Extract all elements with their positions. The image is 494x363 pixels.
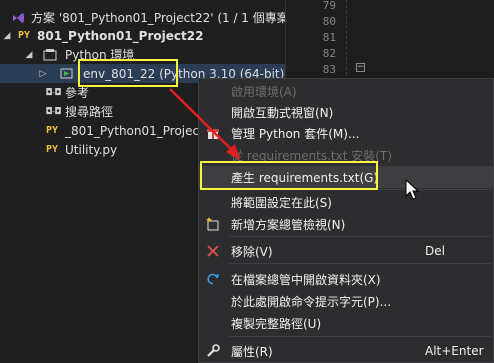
menu-item-properties[interactable]: 屬性(R) Alt+Enter bbox=[199, 340, 493, 362]
menu-item-open-command-prompt[interactable]: 於此處開啟命令提示字元(P)... bbox=[199, 290, 493, 312]
menu-item-label: 管理 Python 套件(M)... bbox=[231, 126, 360, 141]
search-paths-icon: ◘-◘ bbox=[46, 106, 60, 117]
menu-item-manage-python-packages[interactable]: 管理 Python 套件(M)... bbox=[199, 122, 493, 144]
menu-item-label: 在檔案總管中開啟資料夾(X) bbox=[231, 272, 381, 287]
references-icon: ◘-◘ bbox=[46, 87, 60, 98]
menu-item-shortcut: Del bbox=[425, 244, 445, 258]
context-menu: 啟用環境(A) 開啟互動式視窗(N) 管理 Python 套件(M)... 從 … bbox=[198, 78, 494, 363]
indent-guide bbox=[346, 0, 347, 75]
menu-item-shortcut: Alt+Enter bbox=[425, 344, 484, 358]
menu-item-copy-full-path[interactable]: 複製完整路徑(U) bbox=[199, 312, 493, 334]
expanded-arrow-icon[interactable]: ◢ bbox=[24, 50, 34, 60]
menu-item-new-explorer-view[interactable]: 新增方案總管檢視(N) bbox=[199, 213, 493, 235]
menu-item-label: 移除(V) bbox=[231, 244, 273, 259]
menu-separator bbox=[229, 236, 491, 237]
search-paths-label: 搜尋路徑 bbox=[65, 105, 114, 119]
python-file-icon: PY bbox=[45, 144, 59, 155]
menu-item-scope-to-this[interactable]: 將範圍設定在此(S) bbox=[199, 191, 493, 213]
menu-item-activate-environment[interactable]: 啟用環境(A) bbox=[199, 80, 493, 102]
menu-item-label: 屬性(R) bbox=[231, 344, 273, 359]
solution-label: 方案 '801_Python01_Project22' (1 / 1 個專案) bbox=[31, 11, 294, 25]
menu-separator bbox=[229, 336, 491, 337]
remove-icon bbox=[205, 243, 221, 259]
python-file-icon: PY bbox=[45, 125, 59, 136]
menu-item-open-interactive-window[interactable]: 開啟互動式視窗(N) bbox=[199, 101, 493, 123]
menu-item-label: 將範圍設定在此(S) bbox=[231, 195, 332, 210]
python-environments-icon bbox=[42, 47, 58, 63]
line-number: 82 bbox=[322, 47, 336, 60]
package-icon bbox=[205, 125, 221, 141]
line-number: 83 bbox=[322, 63, 336, 76]
tree-item-solution[interactable]: 方案 '801_Python01_Project22' (1 / 1 個專案) bbox=[0, 8, 293, 27]
utility-file-label: Utility.py bbox=[65, 142, 118, 157]
menu-item-label: 啟用環境(A) bbox=[231, 84, 297, 99]
tree-item-project[interactable]: ◢ PY 801_Python01_Project22 bbox=[0, 26, 285, 45]
refresh-icon bbox=[205, 271, 221, 287]
line-number: 79 bbox=[322, 0, 336, 12]
new-view-icon bbox=[205, 216, 221, 232]
highlight-box-env bbox=[78, 59, 178, 87]
menu-separator bbox=[229, 263, 491, 264]
highlight-box-generate-requirements bbox=[200, 161, 378, 190]
python-project-icon: PY bbox=[17, 30, 31, 41]
menu-item-open-folder-in-explorer[interactable]: 在檔案總管中開啟資料夾(X) bbox=[199, 268, 493, 290]
visual-studio-solution-icon bbox=[10, 10, 26, 26]
fold-toggle-icon[interactable]: − bbox=[356, 63, 365, 72]
project-label: 801_Python01_Project22 bbox=[37, 28, 204, 43]
menu-item-remove[interactable]: 移除(V) Del bbox=[199, 240, 493, 262]
menu-item-label: 開啟互動式視窗(N) bbox=[231, 105, 334, 120]
collapsed-arrow-icon[interactable]: ▷ bbox=[38, 69, 48, 79]
python-env-icon bbox=[58, 66, 76, 82]
menu-item-label: 新增方案總管檢視(N) bbox=[231, 217, 346, 232]
line-number: 81 bbox=[322, 31, 336, 44]
line-number: 80 bbox=[322, 15, 336, 28]
wrench-icon bbox=[205, 343, 221, 359]
menu-item-label: 複製完整路徑(U) bbox=[231, 316, 322, 331]
menu-item-label: 於此處開啟命令提示字元(P)... bbox=[231, 294, 392, 309]
mouse-cursor-icon bbox=[405, 179, 420, 200]
expanded-arrow-icon[interactable]: ◢ bbox=[2, 31, 12, 41]
